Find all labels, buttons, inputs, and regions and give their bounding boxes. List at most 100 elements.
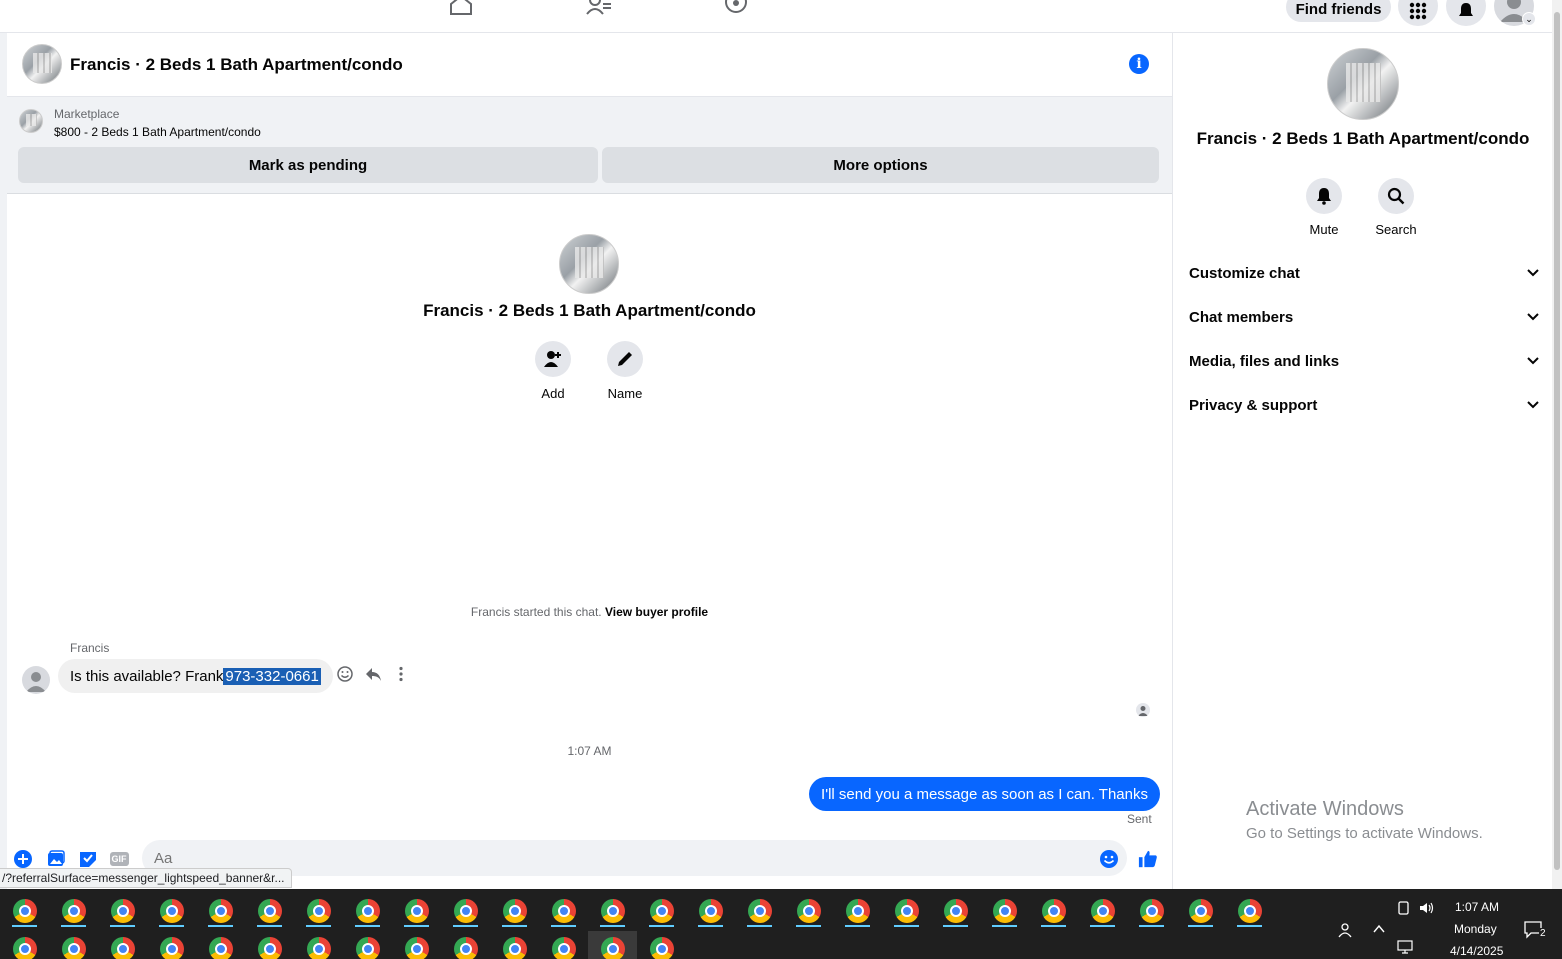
taskbar-chrome-window[interactable] — [294, 931, 343, 959]
taskbar-chrome-window[interactable] — [637, 893, 686, 929]
section-media-files-links[interactable]: Media, files and links — [1189, 343, 1539, 379]
add-people-button[interactable]: Add — [533, 341, 573, 401]
menu-grid-button[interactable] — [1398, 0, 1438, 26]
taskbar-chrome-window[interactable] — [196, 931, 245, 959]
react-smiley-icon[interactable] — [335, 664, 355, 684]
conversation-avatar[interactable] — [559, 234, 619, 294]
started-text: Francis started this chat. — [470, 605, 602, 619]
taskbar-chrome-window[interactable] — [343, 893, 392, 929]
taskbar-chrome-window[interactable] — [686, 893, 735, 929]
device-icon[interactable] — [1397, 901, 1411, 918]
taskbar-chrome-window[interactable] — [637, 931, 686, 959]
sender-avatar[interactable] — [22, 666, 50, 694]
taskbar-chrome-window[interactable] — [441, 893, 490, 929]
scroll-thumb[interactable] — [1554, 12, 1560, 870]
section-chat-members[interactable]: Chat members — [1189, 299, 1539, 335]
running-indicator — [159, 925, 184, 927]
listing-thumbnail[interactable] — [19, 109, 43, 133]
section-customize-chat[interactable]: Customize chat — [1189, 255, 1539, 291]
taskbar-day[interactable]: Monday — [1454, 922, 1497, 936]
running-indicator — [355, 925, 380, 927]
taskbar-chrome-window[interactable] — [1029, 893, 1078, 929]
chrome-icon — [453, 899, 478, 923]
groups-icon[interactable] — [722, 0, 750, 16]
network-icon[interactable] — [1397, 940, 1413, 957]
search-in-chat-button[interactable]: Search — [1366, 178, 1426, 237]
taskbar-chrome-window[interactable] — [1225, 893, 1274, 929]
taskbar-chrome-window[interactable] — [98, 893, 147, 929]
more-options-label: More options — [833, 156, 928, 174]
taskbar-date[interactable]: 4/14/2025 — [1450, 944, 1503, 958]
edit-name-button[interactable]: Name — [605, 341, 645, 401]
find-friends-label: Find friends — [1295, 1, 1382, 18]
running-indicator — [894, 925, 919, 927]
reply-icon[interactable] — [363, 664, 383, 684]
taskbar-time[interactable]: 1:07 AM — [1455, 900, 1499, 914]
photo-icon[interactable] — [46, 849, 66, 869]
taskbar-chrome-window[interactable] — [0, 931, 49, 959]
notifications-button[interactable] — [1446, 0, 1486, 26]
section-privacy-support[interactable]: Privacy & support — [1189, 387, 1539, 423]
taskbar-chrome-window[interactable] — [147, 893, 196, 929]
chat-title[interactable]: Francis · 2 Beds 1 Bath Apartment/condo — [70, 55, 403, 75]
taskbar-chrome-window[interactable] — [588, 931, 637, 959]
taskbar-chrome-window[interactable] — [245, 931, 294, 959]
page-scrollbar[interactable] — [1552, 0, 1562, 889]
taskbar-chrome-window[interactable] — [980, 893, 1029, 929]
mark-as-pending-button[interactable]: Mark as pending — [18, 147, 598, 183]
find-friends-button[interactable]: Find friends — [1286, 0, 1391, 22]
thumbs-up-icon[interactable] — [1138, 849, 1158, 869]
taskbar-chrome-window[interactable] — [49, 931, 98, 959]
running-indicator — [796, 925, 821, 927]
taskbar-chrome-window[interactable] — [539, 931, 588, 959]
taskbar-chrome-window[interactable] — [931, 893, 980, 929]
taskbar-chrome-window[interactable] — [1127, 893, 1176, 929]
incoming-message[interactable]: Is this available? Frank 973-332-0661 — [58, 659, 333, 693]
taskbar-chrome-window[interactable] — [588, 893, 637, 929]
taskbar-chrome-window[interactable] — [1078, 893, 1127, 929]
taskbar-chrome-window[interactable] — [0, 893, 49, 929]
taskbar-chrome-window[interactable] — [1176, 893, 1225, 929]
taskbar-chrome-window[interactable] — [392, 931, 441, 959]
taskbar-chrome-window[interactable] — [49, 893, 98, 929]
emoji-icon[interactable] — [1099, 849, 1119, 869]
taskbar-chrome-window[interactable] — [294, 893, 343, 929]
taskbar-chrome-window[interactable] — [343, 931, 392, 959]
taskbar-chrome-window[interactable] — [392, 893, 441, 929]
listing-title[interactable]: $800 - 2 Beds 1 Bath Apartment/condo — [54, 125, 261, 139]
running-indicator — [1237, 925, 1262, 927]
taskbar-chrome-window[interactable] — [490, 931, 539, 959]
running-indicator — [1041, 925, 1066, 927]
taskbar-chrome-window[interactable] — [245, 893, 294, 929]
taskbar-chrome-window[interactable] — [833, 893, 882, 929]
taskbar-chrome-window[interactable] — [735, 893, 784, 929]
chrome-icon — [355, 937, 380, 959]
home-icon[interactable] — [447, 0, 475, 16]
chrome-icon — [306, 899, 331, 923]
gif-icon[interactable]: GIF — [109, 849, 129, 869]
chat-avatar[interactable] — [22, 44, 62, 84]
more-options-button[interactable]: More options — [602, 147, 1159, 183]
notification-count: 2 — [1539, 928, 1547, 939]
taskbar-chrome-window[interactable] — [882, 893, 931, 929]
details-avatar[interactable] — [1327, 48, 1399, 120]
taskbar-chrome-window[interactable] — [539, 893, 588, 929]
more-vertical-icon[interactable] — [391, 664, 411, 684]
people-icon[interactable] — [1336, 922, 1352, 941]
mute-button[interactable]: Mute — [1294, 178, 1354, 237]
chevron-up-icon[interactable] — [1372, 922, 1386, 939]
account-chevron-icon[interactable]: ⌄ — [1522, 12, 1536, 26]
taskbar-chrome-window[interactable] — [490, 893, 539, 929]
view-buyer-profile-link[interactable]: View buyer profile — [605, 605, 708, 619]
info-icon[interactable]: i — [1129, 54, 1149, 74]
taskbar-chrome-window[interactable] — [98, 931, 147, 959]
taskbar-chrome-window[interactable] — [196, 893, 245, 929]
taskbar-chrome-window[interactable] — [441, 931, 490, 959]
taskbar-chrome-window[interactable] — [784, 893, 833, 929]
outgoing-message[interactable]: I'll send you a message as soon as I can… — [809, 777, 1160, 811]
taskbar-chrome-window[interactable] — [147, 931, 196, 959]
plus-circle-icon[interactable] — [13, 849, 33, 869]
sticker-icon[interactable] — [78, 849, 98, 869]
volume-icon[interactable] — [1419, 901, 1435, 918]
friends-icon[interactable] — [585, 0, 613, 16]
